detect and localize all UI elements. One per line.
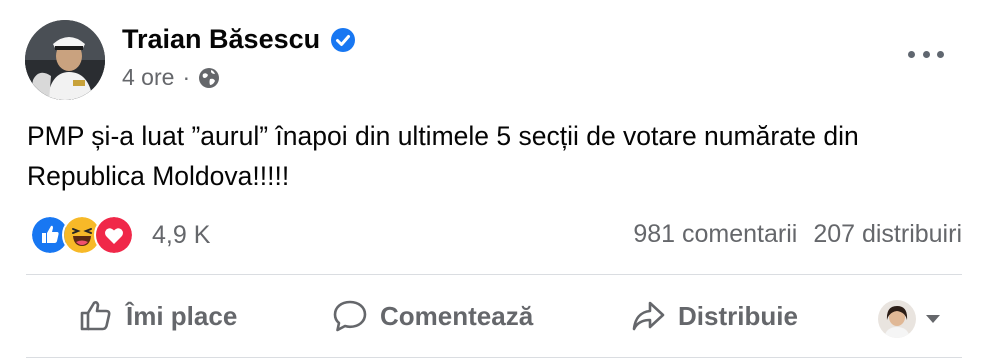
divider bbox=[26, 357, 962, 358]
like-label: Îmi place bbox=[126, 300, 238, 331]
reactions-summary[interactable]: 4,9 K bbox=[30, 215, 210, 255]
share-label: Distribuie bbox=[678, 300, 798, 331]
like-button[interactable]: Îmi place bbox=[78, 298, 237, 334]
comment-button[interactable]: Comentează bbox=[332, 298, 533, 334]
thumbs-up-icon bbox=[80, 301, 111, 331]
verified-badge-icon bbox=[331, 27, 356, 52]
comment-label: Comentează bbox=[380, 300, 534, 331]
dot bbox=[937, 50, 944, 58]
action-bar: Îmi place Comentează Distribuie bbox=[26, 275, 962, 357]
author-name[interactable]: Traian Băsescu bbox=[122, 24, 320, 55]
meta-separator: · bbox=[182, 64, 191, 90]
post-meta: 4 ore · bbox=[122, 64, 220, 91]
more-options-icon[interactable] bbox=[908, 42, 944, 66]
share-arrow-icon bbox=[632, 301, 665, 331]
author-photo bbox=[25, 20, 105, 100]
author-avatar[interactable] bbox=[25, 20, 105, 100]
profile-selector[interactable] bbox=[878, 300, 940, 338]
shares-count[interactable]: 207 distribuiri bbox=[813, 220, 962, 249]
dot bbox=[908, 50, 915, 58]
comments-count[interactable]: 981 comentarii bbox=[633, 220, 797, 249]
reaction-count[interactable]: 4,9 K bbox=[152, 221, 210, 250]
user-photo bbox=[878, 300, 916, 338]
user-avatar bbox=[878, 300, 916, 338]
chevron-down-icon bbox=[926, 315, 940, 323]
dot bbox=[922, 50, 930, 58]
engagement-counts: 981 comentarii 207 distribuiri bbox=[633, 220, 962, 249]
post-time[interactable]: 4 ore bbox=[122, 64, 174, 91]
love-reaction-icon bbox=[94, 215, 134, 255]
share-button[interactable]: Distribuie bbox=[630, 298, 798, 334]
post-text: PMP și-a luat ”aurul” înapoi din ultimel… bbox=[27, 121, 859, 191]
globe-icon[interactable] bbox=[198, 67, 220, 89]
comment-icon bbox=[333, 300, 367, 332]
author-header: Traian Băsescu bbox=[122, 24, 356, 55]
